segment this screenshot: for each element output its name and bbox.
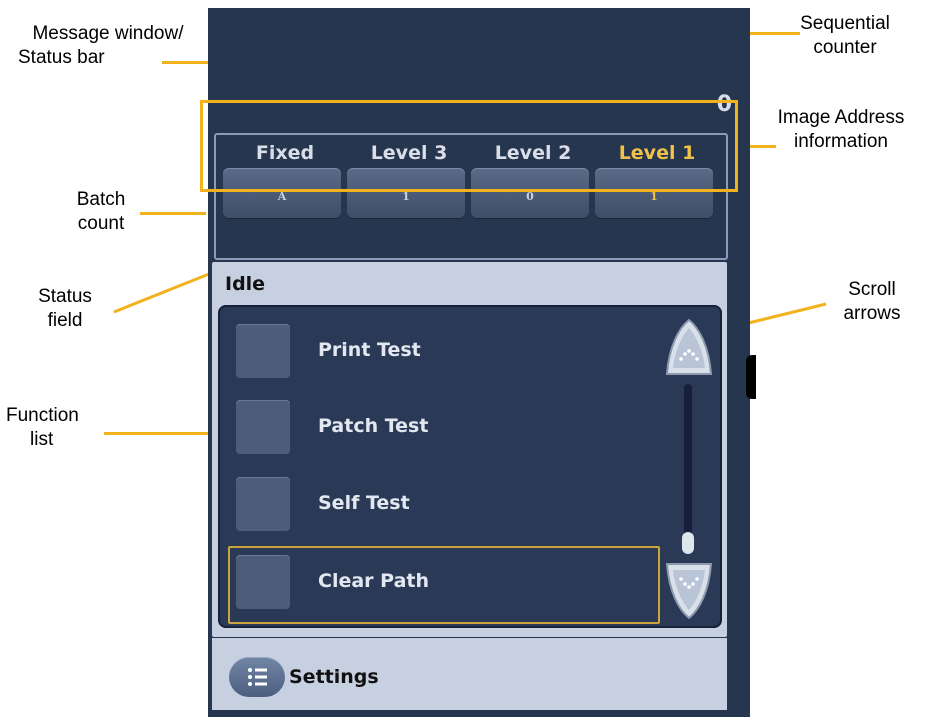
function-label: Patch Test [318, 415, 429, 437]
callout-status-field: Status field [20, 285, 110, 333]
function-checkbox[interactable] [236, 555, 290, 609]
callout-line-2: field [47, 310, 83, 331]
status-field: Idle [225, 273, 266, 295]
scroll-up-arrow-icon[interactable] [665, 318, 713, 376]
function-item-patch-test[interactable] [236, 397, 656, 455]
function-item-self-test[interactable] [236, 474, 656, 532]
callout-line-1: Image Address [777, 107, 905, 128]
function-label: Print Test [318, 339, 421, 361]
callout-scroll-arrows: Scroll arrows [822, 278, 922, 326]
function-checkbox[interactable] [236, 477, 290, 531]
scroll-down-arrow-icon[interactable] [665, 562, 713, 620]
function-checkbox[interactable] [236, 400, 290, 454]
function-item-print-test[interactable] [236, 321, 656, 379]
scrollbar-thumb[interactable] [682, 532, 694, 554]
panel-edge-mark [746, 355, 756, 399]
callout-line-1: Sequential [800, 13, 890, 34]
callout-image-address: Image Address information [756, 106, 926, 154]
callout-batch-count: Batch count [56, 188, 146, 236]
settings-label[interactable]: Settings [289, 666, 379, 688]
callout-line-1: Status [38, 286, 92, 307]
callout-line-1: Function [6, 405, 79, 426]
scrollbar-track[interactable] [684, 384, 692, 554]
function-item-clear-path[interactable] [228, 546, 660, 624]
callout-line-2: count [77, 213, 125, 234]
callout-line-2: list [30, 429, 54, 450]
callout-sequential-counter: Sequential counter [786, 12, 904, 60]
settings-list-icon [248, 668, 267, 686]
callout-line-1: Batch [76, 189, 126, 210]
callout-line-2: information [794, 131, 888, 152]
settings-button[interactable] [229, 657, 285, 697]
message-window [208, 8, 750, 108]
function-label: Clear Path [318, 570, 429, 592]
callout-line-1: Message window/ [32, 23, 184, 44]
leader-batch-count [140, 212, 206, 215]
image-address-highlight [200, 100, 738, 192]
callout-line-2: Status bar [18, 47, 105, 68]
callout-line-2: arrows [843, 303, 901, 324]
function-checkbox[interactable] [236, 324, 290, 378]
callout-function-list: Function list [6, 404, 106, 452]
callout-line-1: Scroll [848, 279, 896, 300]
callout-line-2: counter [813, 37, 877, 58]
function-label: Self Test [318, 492, 410, 514]
leader-sequential-counter [742, 32, 800, 35]
